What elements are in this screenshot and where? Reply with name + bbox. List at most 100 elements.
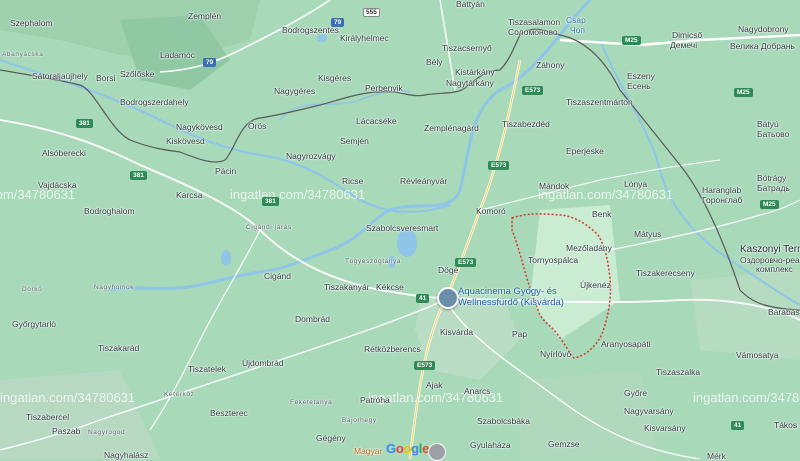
place-label: Cigánd xyxy=(264,271,291,281)
place-label: комплекс xyxy=(756,264,793,274)
place-label: Barabás xyxy=(768,307,800,317)
google-logo: Google xyxy=(386,441,429,456)
place-label: Aranyosapáti xyxy=(601,339,651,349)
place-label: Tiszakarád xyxy=(98,343,140,353)
place-label: Kisgéres xyxy=(318,73,352,83)
place-label: Батьово xyxy=(757,129,790,139)
poi-name-line2: Wellnessfürdő (Kisvárda) xyxy=(458,296,564,308)
place-label: Gemzse xyxy=(548,439,580,449)
watermark: ingatlan.com/34780631 xyxy=(693,390,800,405)
place-label: Tornyospálca xyxy=(528,255,579,265)
place-label: Nagydobrony xyxy=(738,24,789,34)
place-label: Есень xyxy=(627,81,651,91)
place-label: Feketetanya xyxy=(290,399,333,406)
place-label: Vámosatya xyxy=(736,350,779,360)
place-label: Csap xyxy=(566,15,586,25)
watermark: ingatlan.com/34780631 xyxy=(0,390,136,405)
place-label: Gyulaháza xyxy=(470,440,511,450)
place-label: Kiskövesd xyxy=(166,136,205,146)
place-label: Győre xyxy=(624,388,648,398)
place-label: Eszeny xyxy=(627,71,655,81)
place-label: Mezőladány xyxy=(566,243,612,253)
place-label: Bodroghalom xyxy=(84,206,135,216)
place-label: Tiszakanyár xyxy=(324,282,370,292)
place-label: Benk xyxy=(592,209,612,219)
photo-pin-icon[interactable] xyxy=(437,287,459,309)
place-label: Bótrágy xyxy=(757,173,787,183)
place-label: Ricse xyxy=(342,176,364,186)
place-label: Beszterec xyxy=(210,408,248,418)
place-label: Tákos xyxy=(774,420,798,430)
place-label: Szephalom xyxy=(10,18,53,28)
place-label: Nyírlövő xyxy=(540,349,572,359)
logo-letter: G xyxy=(386,441,396,456)
place-label: Bajorhegy xyxy=(342,417,377,424)
place-label: Lónya xyxy=(624,179,648,189)
place-label: Patróha xyxy=(360,395,390,405)
partial-label: Magyar xyxy=(354,446,383,456)
place-label: Dorkó xyxy=(22,286,43,293)
poi-label[interactable]: Aquacinema Gyógy- és Wellnessfürdő (Kisv… xyxy=(458,286,564,309)
place-label: Nagyhomok xyxy=(94,284,135,291)
place-label: Borsi xyxy=(96,73,116,83)
place-label: Ladamóc xyxy=(160,50,195,60)
place-label: Anarcs xyxy=(464,386,491,396)
lake xyxy=(317,34,327,42)
road-shield: 555 xyxy=(363,8,380,18)
place-label: Vajdácska xyxy=(38,180,77,190)
place-label: Nagyrozvágy xyxy=(286,151,336,161)
place-label: Újdombrád xyxy=(242,358,284,368)
thumbnail-icon[interactable] xyxy=(428,443,446,461)
place-label: Királyhelmec xyxy=(340,33,389,43)
lake xyxy=(221,250,231,266)
place-label: Nagyhalász xyxy=(104,450,149,460)
road-shield: M25 xyxy=(734,88,753,98)
place-label: Mándok xyxy=(539,181,570,191)
place-label: Bodrogszentes xyxy=(282,25,339,35)
place-label: Sátoraljaújhely xyxy=(32,71,88,81)
place-label: Nagykövesd xyxy=(176,122,223,132)
place-label: Győrgytarló xyxy=(12,319,56,329)
road-shield: E573 xyxy=(488,161,510,171)
place-label: Mátyus xyxy=(634,229,662,239)
place-label: Döge xyxy=(438,265,459,275)
place-label: Komoró xyxy=(476,206,506,216)
place-label: Mérk xyxy=(707,451,726,461)
place-label: Nagyvarsány xyxy=(624,406,674,416)
place-label: Alsóberecki xyxy=(42,148,86,158)
road-shield: 381 xyxy=(130,171,147,181)
place-label: Kistárkány xyxy=(455,67,495,77)
road-shield: M25 xyxy=(622,36,641,46)
place-label: Zemplénagárd xyxy=(424,123,479,133)
place-label: Paszab xyxy=(52,426,81,436)
lake xyxy=(397,229,417,257)
road-local xyxy=(479,159,721,211)
logo-letter: o xyxy=(403,441,412,456)
place-label: Tiszabezdéd xyxy=(502,119,550,129)
place-label: Cigándi járás xyxy=(246,224,292,231)
place-label: Révleányvár xyxy=(400,176,448,186)
place-label: Semjén xyxy=(340,136,369,146)
place-label: Батрадь xyxy=(757,183,790,193)
road-shield: 41 xyxy=(416,294,430,304)
place-label: Záhony xyxy=(536,60,565,70)
road-shield: 381 xyxy=(262,197,279,207)
place-label: Rétközberencs xyxy=(364,344,421,354)
place-label: Perbenyik xyxy=(365,83,403,93)
place-label: Szabolcsveresmart xyxy=(366,223,439,233)
place-label: Nagyrogod xyxy=(88,429,126,436)
road-shield: 41 xyxy=(731,421,745,431)
place-label: Kaszonyi Term xyxy=(740,244,800,255)
road-shield: E573 xyxy=(522,86,544,96)
place-label: Kisvarsány xyxy=(644,423,686,433)
place-label: Ketérköz xyxy=(164,391,195,398)
place-label: Kisvárda xyxy=(440,327,474,337)
place-label: Tiszacsernyő xyxy=(442,43,492,53)
road-shield: M25 xyxy=(760,200,779,210)
place-label: Gégény xyxy=(316,433,346,443)
place-label: Чоп xyxy=(570,25,585,35)
place-label: Pácin xyxy=(215,166,237,176)
place-label: Eperjeske xyxy=(566,146,604,156)
place-label: Kékcse xyxy=(376,282,404,292)
place-label: Tiszabercel xyxy=(26,412,70,422)
